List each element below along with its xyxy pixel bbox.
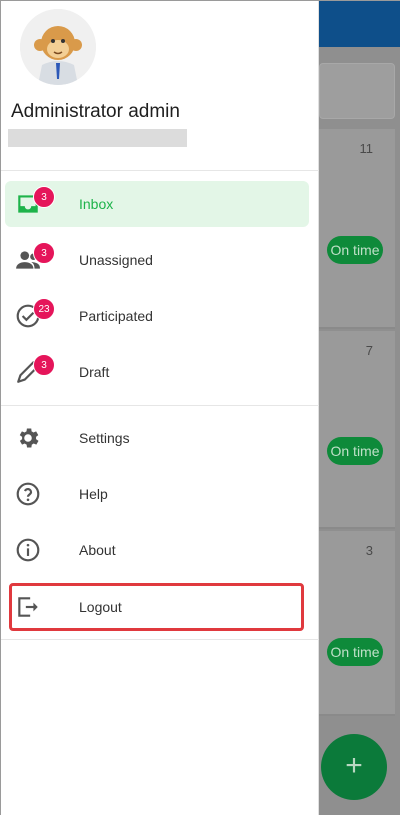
nav-item-label: Settings [79,430,130,446]
unassigned-badge: 3 [33,242,55,264]
app-top-bar [319,1,400,47]
nav-item-logout[interactable]: Logout [5,584,309,630]
divider [1,639,319,640]
nav-item-label: Help [79,486,108,502]
draft-badge: 3 [33,354,55,376]
list-item: 3 [319,531,395,716]
nav-item-label: Logout [79,599,122,615]
status-badge: On time [327,437,383,465]
item-count: 3 [365,543,373,558]
divider [1,170,319,171]
nav-item-settings[interactable]: Settings [5,415,309,461]
avatar[interactable] [20,9,96,85]
item-count: 11 [359,141,374,156]
search-bar [319,63,395,119]
status-badge: On time [327,638,383,666]
list-item: 11 [319,129,395,329]
help-circle-icon [16,482,40,506]
nav-item-inbox[interactable]: 3 Inbox [5,181,309,227]
avatar-image [20,9,96,85]
list-item: 7 [319,331,395,529]
info-icon [16,538,40,562]
participated-badge: 23 [33,298,55,320]
nav-item-draft[interactable]: 3 Draft [5,349,309,395]
user-email [8,129,187,147]
add-button[interactable]: + [321,734,387,800]
divider [1,405,319,406]
inbox-badge: 3 [33,186,55,208]
nav-item-participated[interactable]: 23 Participated [5,293,309,339]
logout-icon [18,597,38,617]
nav-item-label: Draft [79,364,110,380]
navigation-drawer: Administrator admin 3 Inbox 3 Unassigned… [1,1,319,815]
gear-icon [19,428,39,448]
nav-item-unassigned[interactable]: 3 Unassigned [5,237,309,283]
nav-item-label: Unassigned [79,252,153,268]
nav-item-help[interactable]: Help [5,471,309,517]
nav-item-label: Inbox [79,196,114,212]
status-badge: On time [327,236,383,264]
user-name: Administrator admin [11,101,180,122]
nav-item-label: About [79,542,116,558]
nav-item-about[interactable]: About [5,527,309,573]
item-count: 7 [365,343,373,358]
nav-item-label: Participated [79,308,153,324]
